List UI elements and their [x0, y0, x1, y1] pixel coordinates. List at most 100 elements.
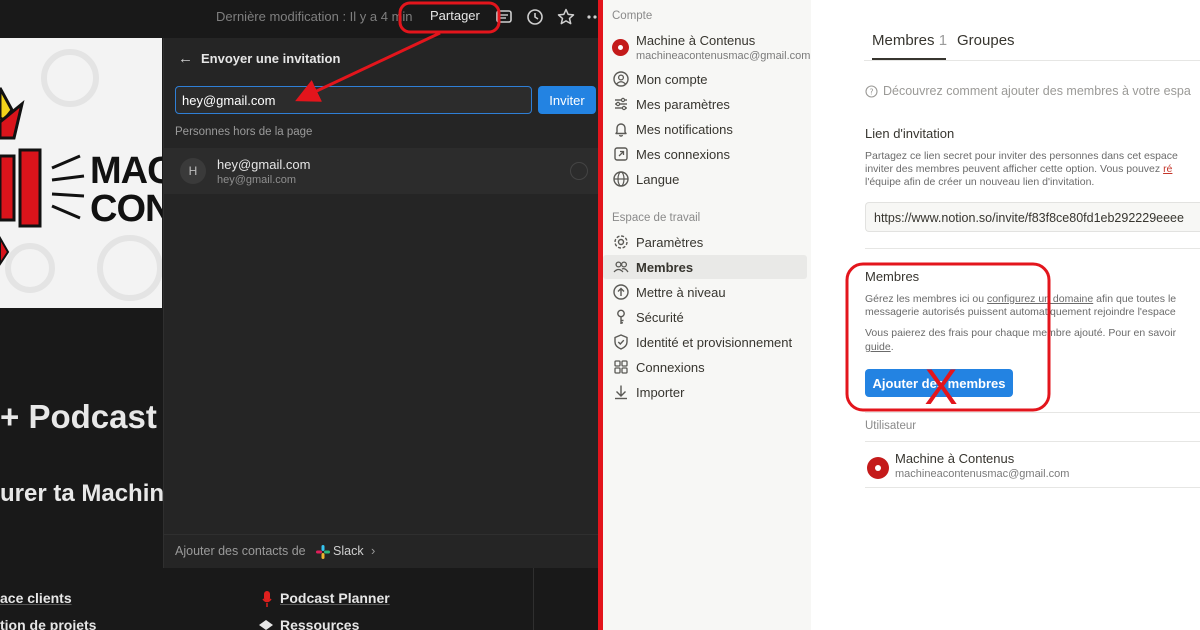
person-suggestion-row[interactable]: H hey@gmail.com hey@gmail.com — [164, 148, 598, 194]
bell-icon — [615, 123, 627, 137]
slack-icon — [316, 545, 330, 559]
sidebar-item-my-connections[interactable]: Mes connexions — [603, 142, 807, 166]
person-select-radio[interactable] — [570, 162, 588, 180]
sidebar-item-label: Mon compte — [636, 72, 708, 87]
page-topbar: Dernière modification : Il y a 4 min Par… — [0, 0, 598, 34]
notion-page-pane: Dernière modification : Il y a 4 min Par… — [0, 0, 598, 630]
table-divider — [865, 487, 1200, 488]
sidebar-item-workspace-settings[interactable]: Paramètres — [603, 230, 807, 254]
slack-label: Slack — [333, 544, 364, 558]
person-avatar: H — [180, 158, 206, 184]
sidebar-item-language[interactable]: Langue — [603, 167, 807, 191]
sidebar-item-label: Mes paramètres — [636, 97, 730, 112]
slack-contacts-text: Ajouter des contacts de — [175, 544, 306, 558]
invite-link-desc-line3: l'équipe afin de créer un nouveau lien d… — [865, 176, 1095, 188]
table-divider — [865, 441, 1200, 442]
members-desc-text: Gérez les membres ici ou — [865, 293, 987, 305]
history-clock-icon[interactable] — [525, 7, 545, 27]
cover-logo-text-line1: MAC — [90, 150, 162, 192]
page-subheading: urer ta Machin — [0, 480, 165, 507]
sidebar-item-my-notifications[interactable]: Mes notifications — [603, 117, 807, 141]
sidebar-item-my-settings[interactable]: Mes paramètres — [603, 92, 807, 116]
sidebar-item-label: Mes connexions — [636, 147, 730, 162]
sidebar-item-label: Identité et provisionnement — [636, 335, 793, 350]
resources-icon — [259, 620, 273, 630]
outside-people-label: Personnes hors de la page — [175, 126, 313, 138]
members-desc-line1: Gérez les membres ici ou configurez un d… — [865, 293, 1176, 306]
column-divider — [533, 567, 534, 630]
page-link-podcast-planner[interactable]: Podcast Planner — [280, 590, 390, 606]
members-desc-line3: Vous paierez des frais pour chaque membr… — [865, 327, 1177, 339]
person-email: hey@gmail.com — [217, 174, 297, 186]
sliders-icon — [615, 97, 627, 111]
page-link-resources[interactable]: Ressources — [280, 617, 359, 630]
avatar — [867, 457, 889, 479]
members-desc-line4: guide. — [865, 341, 894, 354]
person-name: hey@gmail.com — [217, 157, 311, 172]
favorite-star-icon[interactable] — [556, 7, 576, 27]
invite-link-url-field[interactable]: https://www.notion.so/invite/f83f8ce80fd… — [865, 202, 1200, 232]
workspace-section-label: Espace de travail — [612, 212, 701, 224]
user-circle-icon — [613, 71, 629, 87]
invite-link-title: Lien d'invitation — [865, 126, 955, 141]
sidebar-item-label: Mes notifications — [636, 122, 733, 137]
tab-groups[interactable]: Groupes — [957, 32, 1015, 49]
sidebar-item-label: Connexions — [636, 360, 705, 375]
sidebar-item-members[interactable]: Membres — [603, 255, 807, 279]
tab-members-label: Membres — [872, 32, 935, 49]
guide-link[interactable]: guide — [865, 341, 891, 353]
members-section-title: Membres — [865, 269, 920, 284]
learn-members-link[interactable]: Découvrez comment ajouter des membres à … — [883, 84, 1191, 98]
invite-popup-title: Envoyer une invitation — [201, 51, 341, 66]
download-icon — [615, 385, 627, 400]
arrow-up-circle-icon — [613, 284, 629, 300]
more-options-icon[interactable] — [584, 7, 598, 27]
sidebar-item-identity-provisioning[interactable]: Identité et provisionnement — [603, 330, 807, 354]
page-link-projects[interactable]: tion de projets — [0, 617, 96, 630]
page-link-clients[interactable]: ace clients — [0, 590, 72, 606]
settings-sidebar: Compte Machine à Contenus machineaconten… — [603, 0, 811, 630]
last-modified-text: Dernière modification : Il y a 4 min — [216, 9, 413, 24]
key-icon — [617, 309, 625, 324]
share-button[interactable]: Partager — [430, 8, 480, 23]
add-members-button[interactable]: Ajouter des membres — [865, 369, 1013, 397]
account-section-label: Compte — [612, 10, 653, 22]
tab-members[interactable]: Membres 1 — [872, 32, 947, 49]
globe-icon — [613, 171, 629, 187]
sidebar-item-upgrade[interactable]: Mettre à niveau — [603, 280, 807, 304]
sidebar-item-connections[interactable]: Connexions — [603, 355, 807, 379]
settings-main-panel: Membres 1 Groupes ? Découvrez comment aj… — [811, 0, 1200, 630]
reset-link[interactable]: ré — [1163, 163, 1172, 175]
sidebar-item-security[interactable]: Sécurité — [603, 305, 807, 329]
sidebar-item-label: Paramètres — [636, 235, 704, 250]
chevron-right-icon: › — [371, 543, 376, 558]
user-email: machineacontenusmac@gmail.com — [895, 468, 1070, 480]
invite-link-desc-line1: Partagez ce lien secret pour inviter des… — [865, 150, 1178, 162]
sidebar-item-label: Sécurité — [636, 310, 684, 325]
members-count: 1 — [938, 32, 948, 49]
back-arrow-icon[interactable]: ← — [178, 50, 193, 67]
cover-logo-text-line2: CON — [90, 188, 162, 230]
svg-text:?: ? — [869, 88, 873, 97]
external-link-icon — [614, 147, 628, 161]
page-cover-image: MAC CON — [0, 38, 162, 308]
account-avatar — [612, 39, 629, 56]
invite-email-input[interactable] — [175, 86, 532, 114]
comment-icon[interactable] — [494, 7, 514, 27]
section-divider — [865, 412, 1200, 413]
members-desc-text: afin que toutes le — [1093, 293, 1177, 305]
sidebar-item-import[interactable]: Importer — [603, 380, 807, 404]
microphone-icon — [262, 591, 272, 607]
invite-button[interactable]: Inviter — [538, 86, 596, 114]
members-desc-line2: messagerie autorisés puissent automatiqu… — [865, 306, 1176, 318]
members-desc-text: . — [890, 341, 894, 353]
invite-link-desc-text: inviter des membres peuvent afficher cet… — [865, 163, 1164, 175]
slack-contacts-footer[interactable]: Ajouter des contacts de Slack › — [164, 534, 598, 568]
invite-link-desc-line2: inviter des membres peuvent afficher cet… — [865, 163, 1172, 176]
invite-popup: ← Envoyer une invitation Inviter Personn… — [163, 38, 598, 568]
account-name: Machine à Contenus — [636, 33, 756, 48]
sidebar-item-my-account[interactable]: Mon compte — [603, 67, 807, 91]
page-heading: + Podcast — [0, 398, 157, 435]
people-icon — [613, 261, 629, 273]
configure-domain-link[interactable]: configurez un domaine — [987, 293, 1093, 305]
